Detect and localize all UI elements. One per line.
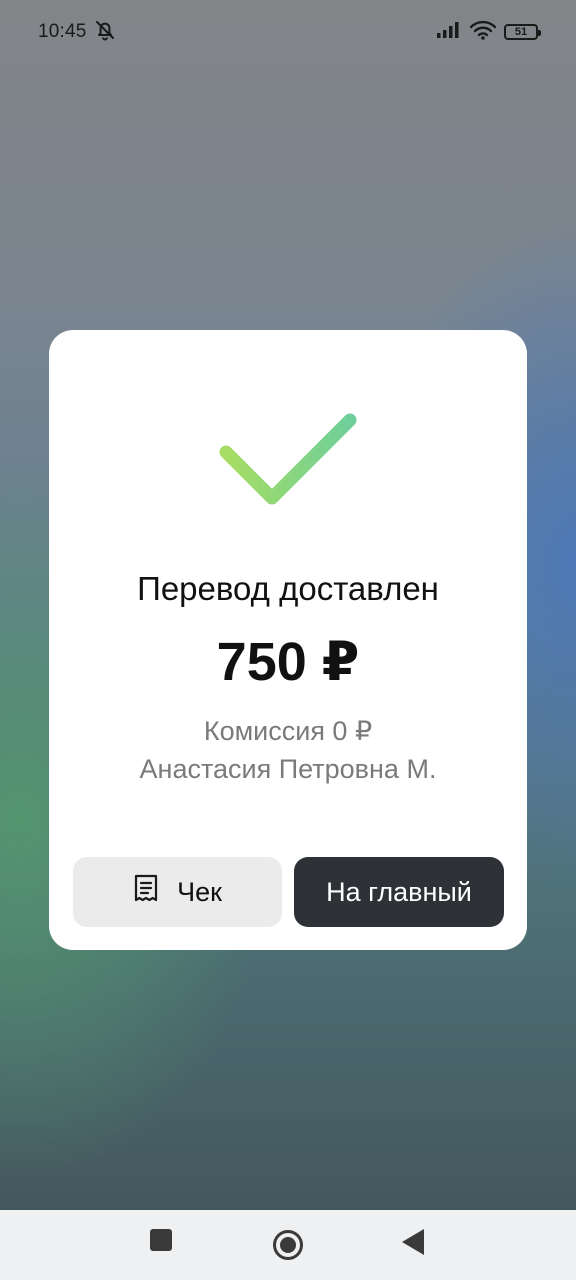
transfer-amount: 750 ₽ [216, 632, 360, 692]
home-circle-icon[interactable] [272, 1229, 304, 1261]
commission-text: Комиссия 0 ₽ [203, 716, 373, 746]
bell-off-icon [93, 18, 117, 47]
battery-level: 51 [514, 26, 528, 38]
transfer-status-title: Перевод доставлен [137, 570, 439, 607]
battery-icon: 51 [504, 24, 541, 40]
recents-square-icon[interactable] [150, 1229, 172, 1251]
status-left: 10:45 [38, 18, 117, 47]
signal-icon [436, 21, 462, 44]
receipt-icon [133, 874, 159, 911]
status-time: 10:45 [38, 21, 87, 42]
checkmark-icon [214, 404, 364, 519]
home-button[interactable]: На главный [294, 857, 504, 927]
receipt-button[interactable]: Чек [73, 857, 282, 927]
wifi-icon [469, 20, 497, 45]
receipt-button-label: Чек [177, 876, 222, 907]
back-triangle-icon[interactable] [402, 1229, 424, 1255]
recipient-name: Анастасия Петровна М. [139, 754, 437, 784]
home-button-label: На главный [326, 876, 472, 907]
status-bar: 10:45 51 [0, 0, 576, 64]
status-right: 51 [436, 20, 541, 45]
